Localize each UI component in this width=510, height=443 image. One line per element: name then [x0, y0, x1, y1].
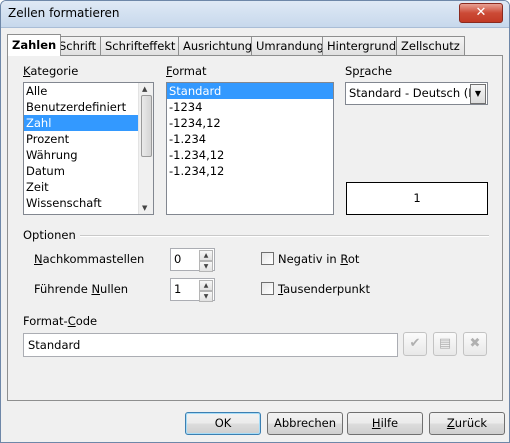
format-code-input[interactable]: Standard — [23, 333, 398, 357]
dialog-window: Zellen formatieren ✕ Zahlen Schrift Schr… — [0, 0, 510, 443]
scroll-up-arrow-icon[interactable]: ▲ — [142, 85, 147, 93]
spin-down-icon[interactable]: ▼ — [199, 291, 213, 302]
sprache-label: Sprache — [345, 64, 393, 78]
scroll-thumb[interactable] — [141, 95, 152, 157]
preview-value: 1 — [413, 191, 421, 205]
tab-zahlen[interactable]: Zahlen — [7, 34, 62, 56]
format-preview: 1 — [346, 182, 488, 215]
list-item[interactable]: -1.234,12 — [167, 147, 333, 163]
nachkommastellen-stepper[interactable]: 0 ▲ ▼ — [170, 248, 215, 272]
window-title: Zellen formatieren — [8, 6, 120, 20]
kategorie-listbox[interactable]: Alle Benutzerdefiniert Zahl Prozent Währ… — [23, 82, 154, 215]
list-item[interactable]: -1234 — [167, 99, 333, 115]
spin-up-icon[interactable]: ▲ — [199, 250, 213, 261]
tausenderpunkt-label[interactable]: Tausenderpunkt — [278, 282, 370, 296]
list-item[interactable]: Wissenschaft — [24, 195, 153, 211]
close-button[interactable]: ✕ — [459, 3, 503, 23]
list-item[interactable]: Datum — [24, 163, 153, 179]
list-item[interactable]: -1.234 — [167, 131, 333, 147]
tab-panel-zahlen: Kategorie Alle Benutzerdefiniert Zahl Pr… — [7, 55, 503, 401]
abbrechen-button[interactable]: Abbrechen — [267, 412, 343, 435]
optionen-separator — [80, 235, 489, 237]
negativ-in-rot-label[interactable]: Negativ in Rot — [278, 252, 359, 266]
optionen-label: Optionen — [23, 228, 76, 242]
list-item-selected[interactable]: Standard — [167, 83, 333, 99]
sprache-dropdown[interactable]: Standard - Deutsch (De ▼ — [345, 82, 488, 105]
fuehrende-nullen-stepper[interactable]: 1 ▲ ▼ — [170, 278, 215, 302]
sprache-value: Standard - Deutsch (De — [349, 86, 485, 100]
fuehrende-nullen-label: Führende Nullen — [34, 282, 129, 296]
list-item[interactable]: Benutzerdefiniert — [24, 99, 153, 115]
checkmark-icon[interactable]: ✔ — [403, 332, 427, 356]
comment-icon[interactable]: ▤ — [433, 332, 457, 356]
negativ-in-rot-checkbox[interactable] — [261, 252, 274, 265]
tab-zellschutz[interactable]: Zellschutz — [396, 36, 465, 55]
tausenderpunkt-checkbox[interactable] — [261, 282, 274, 295]
format-code-label: Format-Code — [23, 314, 98, 328]
kategorie-scrollbar[interactable]: ▲ ▼ — [138, 83, 153, 214]
list-item[interactable]: -1234,12 — [167, 115, 333, 131]
title-bar: Zellen formatieren ✕ — [1, 1, 509, 28]
list-item[interactable]: Prozent — [24, 131, 153, 147]
list-item-selected[interactable]: Zahl — [24, 115, 153, 131]
chevron-down-icon[interactable]: ▼ — [470, 84, 486, 104]
zurueck-button[interactable]: Zurück — [429, 412, 505, 435]
scroll-down-arrow-icon[interactable]: ▼ — [142, 204, 147, 212]
spin-down-icon[interactable]: ▼ — [199, 261, 213, 272]
list-item[interactable]: Währung — [24, 147, 153, 163]
tab-umrandung[interactable]: Umrandung — [251, 36, 329, 55]
spin-up-icon[interactable]: ▲ — [199, 280, 213, 291]
format-listbox[interactable]: Standard -1234 -1234,12 -1.234 -1.234,12… — [166, 82, 334, 215]
tab-ausrichtung[interactable]: Ausrichtung — [178, 36, 258, 55]
tab-schrifteffekt[interactable]: Schrifteffekt — [100, 36, 181, 55]
delete-icon[interactable]: ✖ — [463, 332, 487, 356]
kategorie-label: Kategorie — [23, 64, 79, 78]
list-item[interactable]: Alle — [24, 83, 153, 99]
tab-hintergrund[interactable]: Hintergrund — [322, 36, 402, 55]
list-item[interactable]: -1.234,12 — [167, 163, 333, 179]
format-label: Format — [166, 64, 207, 78]
hilfe-button[interactable]: Hilfe — [347, 412, 423, 435]
nachkommastellen-label: Nachkommastellen — [34, 252, 145, 266]
list-item[interactable]: Zeit — [24, 179, 153, 195]
ok-button[interactable]: OK — [185, 412, 261, 435]
